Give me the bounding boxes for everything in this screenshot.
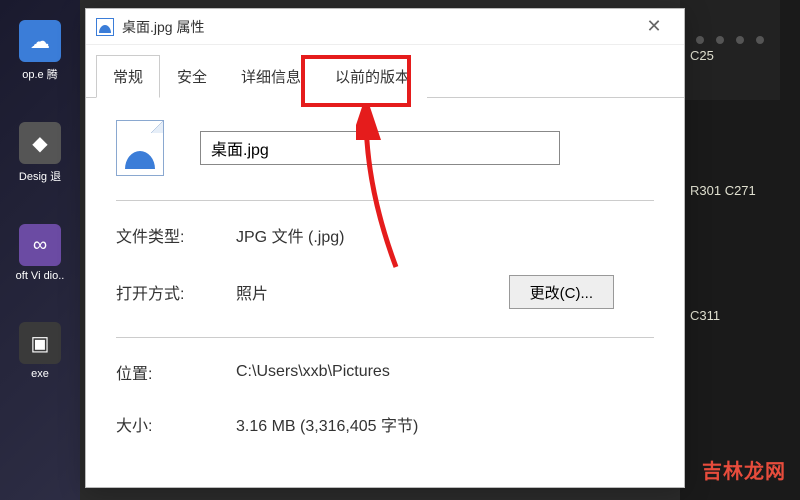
desktop-icon[interactable]: ▣ exe (15, 322, 65, 380)
row-location: 位置: C:\Users\xxb\Pictures (116, 360, 654, 384)
desktop-icon[interactable]: ☁ op.e 腾 (15, 20, 65, 82)
image-file-icon (96, 18, 114, 36)
row-filetype: 文件类型: JPG 文件 (.jpg) (116, 223, 654, 247)
icon-label: oft Vi dio.. (15, 270, 65, 282)
pcb-label: C25 (690, 48, 790, 63)
label-openwith: 打开方式: (116, 280, 236, 304)
icon-label: exe (15, 368, 65, 380)
image-file-icon (116, 120, 164, 176)
app-icon: ▣ (19, 322, 61, 364)
title-bar[interactable]: 桌面.jpg 属性 ✕ (86, 9, 684, 45)
app-icon: ☁ (19, 20, 61, 62)
value-location: C:\Users\xxb\Pictures (236, 363, 654, 381)
tab-general[interactable]: 常规 (96, 55, 160, 98)
pcb-label: R301 C271 (690, 183, 790, 198)
desktop-icon[interactable]: ∞ oft Vi dio.. (15, 224, 65, 282)
change-button[interactable]: 更改(C)... (509, 275, 614, 309)
label-filetype: 文件类型: (116, 223, 236, 247)
value-filetype: JPG 文件 (.jpg) (236, 223, 654, 247)
row-openwith: 打开方式: 照片 更改(C)... (116, 275, 654, 309)
filename-row (116, 120, 654, 176)
app-icon: ∞ (19, 224, 61, 266)
tab-bar: 常规 安全 详细信息 以前的版本 (86, 45, 684, 98)
icon-label: op.e 腾 (15, 66, 65, 82)
filename-input[interactable] (200, 131, 560, 165)
properties-dialog: 桌面.jpg 属性 ✕ 常规 安全 详细信息 以前的版本 文件类型: JPG 文… (85, 8, 685, 488)
label-size: 大小: (116, 412, 236, 436)
desktop-left-strip: ☁ op.e 腾 ◆ Desig 退 ∞ oft Vi dio.. ▣ exe (0, 0, 80, 500)
icon-label: Desig 退 (15, 168, 65, 184)
value-size: 3.16 MB (3,316,405 字节) (236, 412, 654, 436)
row-size: 大小: 3.16 MB (3,316,405 字节) (116, 412, 654, 436)
close-button[interactable]: ✕ (634, 12, 674, 42)
value-openwith: 照片 (236, 280, 509, 304)
tab-security[interactable]: 安全 (160, 55, 224, 98)
label-location: 位置: (116, 360, 236, 384)
separator (116, 337, 654, 338)
tab-previous-versions[interactable]: 以前的版本 (318, 55, 427, 98)
app-icon: ◆ (19, 122, 61, 164)
tab-details[interactable]: 详细信息 (224, 55, 318, 98)
tab-content: 文件类型: JPG 文件 (.jpg) 打开方式: 照片 更改(C)... 位置… (86, 98, 684, 486)
window-title: 桌面.jpg 属性 (122, 17, 204, 37)
desktop-icon[interactable]: ◆ Desig 退 (15, 122, 65, 184)
desktop-right-strip: C25 R301 C271 C311 (680, 0, 800, 500)
pcb-label: C311 (690, 308, 790, 323)
separator (116, 200, 654, 201)
